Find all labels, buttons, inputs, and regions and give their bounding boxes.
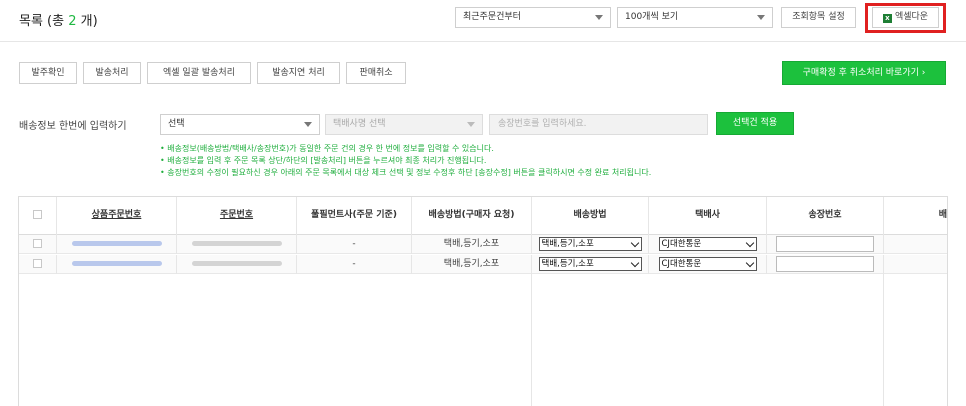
table-row: - 택배,등기,소포 택배,등기,소포 CJ대한통운 xyxy=(19,235,947,254)
column-divider xyxy=(883,274,884,406)
page-size-value: 100개씩 보기 xyxy=(625,12,679,22)
courier-select[interactable]: CJ대한통운 xyxy=(658,256,757,271)
col-ship-method: 배송방법 xyxy=(532,197,649,235)
ship-process-button[interactable]: 발송처리 xyxy=(83,62,141,84)
col-product-order-no[interactable]: 상품주문번호 xyxy=(57,197,177,235)
excel-download-button[interactable]: x 엑셀다운 xyxy=(872,7,939,28)
tracking-cell xyxy=(767,255,884,274)
page-size-select[interactable]: 100개씩 보기 xyxy=(617,7,773,28)
confirm-cancel-shortcut-button[interactable]: 구매확정 후 취소처리 바로가기 › xyxy=(782,61,946,85)
sort-order-value: 최근주문건부터 xyxy=(463,12,521,22)
row-checkbox-cell xyxy=(19,235,57,254)
column-settings-button[interactable]: 조회항목 설정 xyxy=(781,7,856,28)
bulk-method-value: 선택 xyxy=(168,119,185,129)
sort-order-select[interactable]: 최근주문건부터 xyxy=(455,7,611,28)
col-courier: 택배사 xyxy=(649,197,767,235)
bulk-method-select[interactable]: 선택 xyxy=(160,114,320,135)
ship-method-select[interactable]: 택배,등기,소포 xyxy=(538,256,642,271)
column-divider xyxy=(531,274,532,406)
select-all-checkbox[interactable] xyxy=(33,210,42,219)
col-truncated: 배 xyxy=(938,210,947,220)
chevron-down-icon xyxy=(745,258,754,267)
chevron-down-icon xyxy=(745,238,754,247)
redacted-link xyxy=(71,241,162,246)
bulk-tracking-input[interactable]: 송장번호를 입력하세요. xyxy=(489,114,708,135)
grid-header: 상품주문번호 주문번호 풀필먼트사(주문 기준) 배송방법(구매자 요청) 배송… xyxy=(19,197,947,235)
chevron-down-icon xyxy=(630,238,639,247)
col-tracking-no: 송장번호 xyxy=(767,197,884,235)
col-fulfillment: 풀필먼트사(주문 기준) xyxy=(297,197,412,235)
tracking-cell xyxy=(767,235,884,254)
excel-download-label: 엑셀다운 xyxy=(894,12,929,22)
notice-line: • 배송정보를 입력 후 주문 목록 상단/하단의 [발송처리] 버튼을 누르셔… xyxy=(160,156,487,165)
order-no xyxy=(177,235,297,254)
chevron-down-icon xyxy=(630,258,639,267)
tracking-input[interactable] xyxy=(776,235,874,252)
col-order-no[interactable]: 주문번호 xyxy=(177,197,297,235)
ship-delay-button[interactable]: 발송지연 처리 xyxy=(257,62,340,84)
truncated-cell xyxy=(884,235,947,254)
order-no xyxy=(177,255,297,274)
col-requested-method: 배송방법(구매자 요청) xyxy=(412,197,532,235)
chevron-down-icon xyxy=(757,15,765,20)
courier-cell: CJ대한통운 xyxy=(649,235,767,254)
order-confirm-button[interactable]: 발주확인 xyxy=(19,62,77,84)
cancel-sale-button[interactable]: 판매취소 xyxy=(346,62,406,84)
page-title: 목록 (총 2 개) xyxy=(19,10,98,29)
requested-method-value: 택배,등기,소포 xyxy=(412,235,532,254)
ship-method-cell: 택배,등기,소포 xyxy=(532,235,649,254)
product-order-no[interactable] xyxy=(57,255,177,274)
bulk-shipping-label: 배송정보 한번에 입력하기 xyxy=(19,121,127,132)
list-header-bar: 목록 (총 2 개) 최근주문건부터 100개씩 보기 조회항목 설정 x 엑셀다… xyxy=(0,0,966,42)
title-suffix: 개) xyxy=(76,14,98,29)
row-checkbox-cell xyxy=(19,255,57,274)
bulk-courier-value: 택배사명 선택 xyxy=(333,119,386,129)
apply-selected-button[interactable]: 선택건 적용 xyxy=(716,112,794,135)
notice-line: • 배송정보(배송방법/택배사/송장번호)가 동일한 주문 건의 경우 한 번에… xyxy=(160,144,494,153)
chevron-down-icon xyxy=(467,122,475,127)
excel-bulk-ship-button[interactable]: 엑셀 일괄 발송처리 xyxy=(147,62,251,84)
notice-line: • 송장번호의 수정이 필요하신 경우 아래의 주문 목록에서 대상 체크 선택… xyxy=(160,168,652,177)
redacted-text xyxy=(191,261,282,266)
chevron-down-icon xyxy=(304,122,312,127)
chevron-down-icon xyxy=(595,15,603,20)
select-all-cell xyxy=(19,197,57,235)
requested-method-value: 택배,등기,소포 xyxy=(412,255,532,274)
truncated-cell xyxy=(884,255,947,274)
grid-empty-area xyxy=(19,274,947,406)
order-count: 2 xyxy=(68,14,77,29)
tracking-input[interactable] xyxy=(776,255,874,272)
fulfillment-value: - xyxy=(297,255,412,274)
courier-select[interactable]: CJ대한통운 xyxy=(658,236,757,251)
bulk-courier-select[interactable]: 택배사명 선택 xyxy=(325,114,483,135)
row-checkbox[interactable] xyxy=(33,259,42,268)
ship-method-cell: 택배,등기,소포 xyxy=(532,255,649,274)
bulk-shipping-notices: • 배송정보(배송방법/택배사/송장번호)가 동일한 주문 건의 경우 한 번에… xyxy=(160,143,651,179)
redacted-link xyxy=(71,261,162,266)
redacted-text xyxy=(191,241,282,246)
table-row: - 택배,등기,소포 택배,등기,소포 CJ대한통운 xyxy=(19,255,947,274)
title-prefix: 목록 (총 xyxy=(19,14,69,29)
ship-method-select[interactable]: 택배,등기,소포 xyxy=(538,236,642,251)
order-grid: 상품주문번호 주문번호 풀필먼트사(주문 기준) 배송방법(구매자 요청) 배송… xyxy=(18,196,948,406)
excel-icon: x xyxy=(882,14,892,23)
row-checkbox[interactable] xyxy=(33,239,42,248)
fulfillment-value: - xyxy=(297,235,412,254)
courier-cell: CJ대한통운 xyxy=(649,255,767,274)
product-order-no[interactable] xyxy=(57,235,177,254)
